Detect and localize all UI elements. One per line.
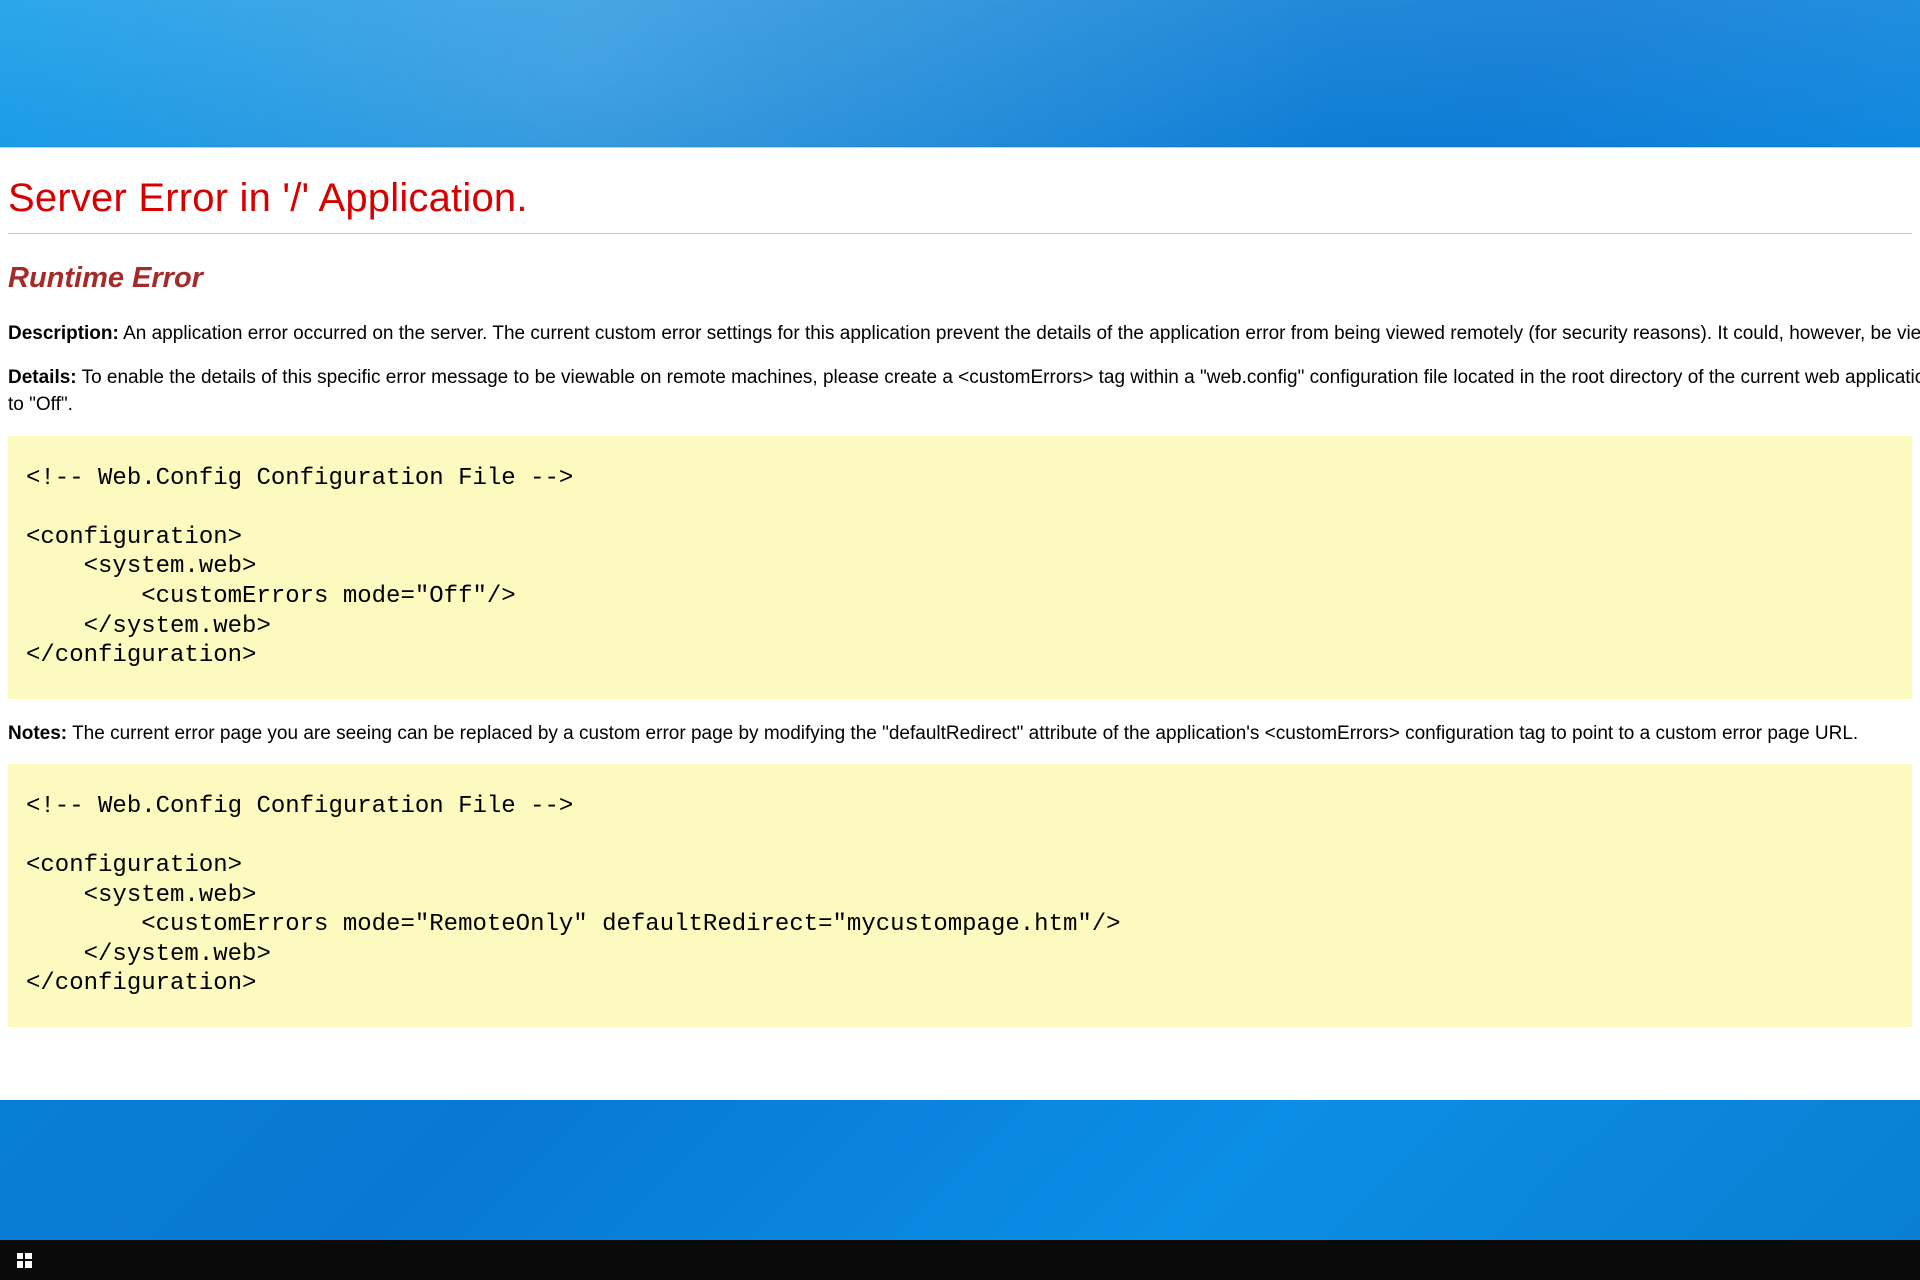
notes-line: Notes: The current error page you are se… — [8, 721, 1912, 747]
details-block: Details: To enable the details of this s… — [8, 365, 1912, 418]
system-tray[interactable] — [1910, 1240, 1920, 1280]
start-button[interactable] — [0, 1240, 48, 1280]
browser-window: Server Error in '/' Application. Runtime… — [0, 147, 1920, 1100]
description-label: Description: — [8, 323, 119, 344]
notes-text: The current error page you are seeing ca… — [72, 723, 1858, 744]
code-sample-off: <!-- Web.Config Configuration File --> <… — [8, 436, 1912, 699]
aspnet-error-page: Server Error in '/' Application. Runtime… — [0, 176, 1920, 1027]
description-text: An application error occurred on the ser… — [123, 323, 1920, 344]
notes-label: Notes: — [8, 723, 67, 744]
details-label: Details: — [8, 367, 77, 388]
desktop-background: Server Error in '/' Application. Runtime… — [0, 0, 1920, 1280]
taskbar[interactable] — [0, 1240, 1920, 1280]
windows-logo-icon — [17, 1253, 32, 1268]
page-title: Server Error in '/' Application. — [8, 176, 1912, 221]
description-line: Description: An application error occurr… — [8, 321, 1912, 347]
details-text-line1: To enable the details of this specific e… — [82, 367, 1920, 388]
error-subtitle: Runtime Error — [8, 262, 1912, 295]
details-text-line2: to "Off". — [8, 394, 73, 415]
title-separator — [8, 233, 1912, 234]
code-sample-remoteonly: <!-- Web.Config Configuration File --> <… — [8, 764, 1912, 1027]
